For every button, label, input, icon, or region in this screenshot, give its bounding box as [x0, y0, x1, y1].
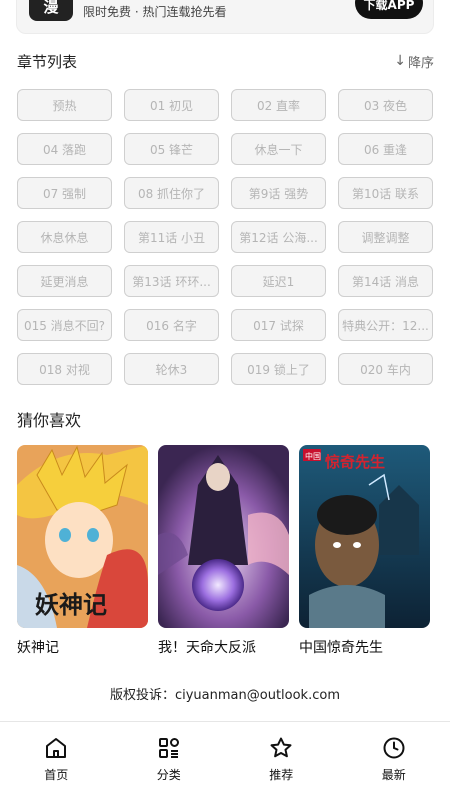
cover-image[interactable]: 妖神记: [17, 445, 148, 628]
chapter-list-header: 章节列表 ↓ 降序: [17, 50, 434, 72]
chapter-item[interactable]: 01 初见: [124, 89, 219, 121]
chapter-item[interactable]: 休息休息: [17, 221, 112, 253]
chapter-item[interactable]: 05 锋芒: [124, 133, 219, 165]
chapter-item[interactable]: 015 消息不回?: [17, 309, 112, 341]
category-icon: [158, 738, 179, 758]
chapter-item[interactable]: 016 名字: [124, 309, 219, 341]
cover-title-text: 妖神记: [35, 590, 107, 619]
recommend-card[interactable]: 中国 惊奇先生 中国惊奇先生: [299, 445, 430, 657]
recommend-card[interactable]: 我！天命大反派: [158, 445, 289, 657]
comic-title[interactable]: 妖神记: [17, 637, 148, 657]
comic-title[interactable]: 中国惊奇先生: [299, 637, 430, 657]
recommend-title: 猜你喜欢: [17, 411, 82, 430]
download-banner[interactable]: 漫 限时免费 · 热门连载抢先看 下载APP: [16, 0, 434, 34]
chapter-item[interactable]: 第14话 消息: [338, 265, 433, 297]
chapter-item[interactable]: 04 落跑: [17, 133, 112, 165]
chapter-item[interactable]: 06 重逢: [338, 133, 433, 165]
nav-label: 分类: [156, 768, 181, 782]
clock-icon: [383, 737, 405, 759]
chapter-item[interactable]: 轮休3: [124, 353, 219, 385]
app-logo: 漫: [29, 0, 73, 21]
nav-item-category[interactable]: 分类: [113, 722, 226, 800]
nav-label: 推荐: [269, 768, 294, 782]
chapter-item[interactable]: 调整调整: [338, 221, 433, 253]
cover-image[interactable]: 中国 惊奇先生: [299, 445, 430, 628]
bottom-nav: 首页 分类 推荐 最新: [0, 721, 450, 800]
nav-label: 首页: [44, 768, 69, 782]
chapter-item[interactable]: 第12话 公海...: [231, 221, 326, 253]
nav-item-latest[interactable]: 最新: [338, 722, 450, 800]
chapter-item[interactable]: 03 夜色: [338, 89, 433, 121]
star-icon: [270, 737, 292, 758]
chapter-item[interactable]: 预热: [17, 89, 112, 121]
chapter-item[interactable]: 特典公开：12...: [338, 309, 433, 341]
chapter-item[interactable]: 08 抓住你了: [124, 177, 219, 209]
chapter-item[interactable]: 延迟1: [231, 265, 326, 297]
copyright-notice: 版权投诉：ciyuanman@outlook.com: [109, 688, 340, 703]
chapter-item[interactable]: 延更消息: [17, 265, 112, 297]
chapter-item[interactable]: 02 直率: [231, 89, 326, 121]
download-app-button[interactable]: 下载APP: [355, 0, 423, 19]
chapter-item[interactable]: 第10话 联系: [338, 177, 433, 209]
chapter-item[interactable]: 017 试探: [231, 309, 326, 341]
chapter-item[interactable]: 休息一下: [231, 133, 326, 165]
banner-subtitle: 限时免费 · 热门连载抢先看: [83, 5, 227, 19]
sort-toggle[interactable]: ↓ 降序: [394, 52, 434, 71]
chapter-item[interactable]: 07 强制: [17, 177, 112, 209]
arrow-down-icon: ↓: [394, 53, 406, 69]
chapter-item[interactable]: 第9话 强势: [231, 177, 326, 209]
chapter-item[interactable]: 第11话 小丑: [124, 221, 219, 253]
cover-badge-text: 中国: [305, 451, 321, 461]
cover-image[interactable]: [158, 445, 289, 628]
recommend-card[interactable]: 妖神记 妖神记: [17, 445, 148, 657]
chapter-item[interactable]: 019 锁上了: [231, 353, 326, 385]
chapter-list-title: 章节列表: [17, 52, 78, 71]
chapter-grid: 预热 01 初见 02 直率 03 夜色 04 落跑 05 锋芒 休息一下 06…: [17, 89, 434, 385]
nav-label: 最新: [381, 768, 406, 782]
nav-item-recommend[interactable]: 推荐: [225, 722, 338, 800]
comic-title[interactable]: 我！天命大反派: [158, 637, 289, 657]
home-icon: [46, 738, 67, 758]
sort-label: 降序: [407, 55, 434, 71]
nav-item-home[interactable]: 首页: [0, 722, 113, 800]
chapter-item[interactable]: 020 车内: [338, 353, 433, 385]
cover-title-text: 惊奇先生: [325, 453, 385, 471]
chapter-item[interactable]: 018 对视: [17, 353, 112, 385]
chapter-item[interactable]: 第13话 环环...: [124, 265, 219, 297]
recommend-list: 妖神记 妖神记 我！天命大反派 中国 惊奇先生 中国惊奇先生: [17, 445, 431, 657]
